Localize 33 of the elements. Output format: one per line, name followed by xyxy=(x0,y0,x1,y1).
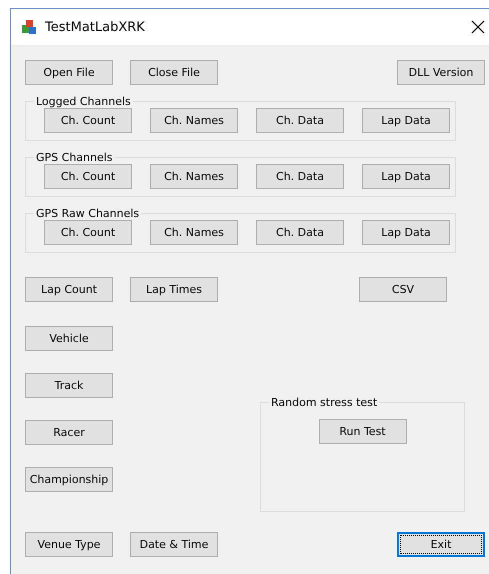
lap-button[interactable]: Lap Count xyxy=(25,277,113,302)
info-button[interactable]: Championship xyxy=(25,467,113,492)
group-title: Logged Channels xyxy=(35,95,132,108)
channel-button[interactable]: Ch. Count xyxy=(44,108,132,133)
channel-button[interactable]: Ch. Data xyxy=(256,108,344,133)
bottom-button[interactable]: Venue Type xyxy=(25,532,113,557)
info-button[interactable]: Racer xyxy=(25,420,113,445)
channel-button[interactable]: Lap Data xyxy=(362,164,450,189)
channel-button[interactable]: Ch. Names xyxy=(150,164,238,189)
dll-version-button[interactable]: DLL Version xyxy=(397,60,485,85)
app-icon xyxy=(21,19,37,35)
channel-button[interactable]: Ch. Count xyxy=(44,220,132,245)
channel-button[interactable]: Ch. Data xyxy=(256,220,344,245)
bottom-button[interactable]: Date & Time xyxy=(130,532,218,557)
channel-button[interactable]: Ch. Count xyxy=(44,164,132,189)
window-title: TestMatLabXRK xyxy=(45,20,146,34)
info-button[interactable]: Track xyxy=(25,373,113,398)
run-test-button[interactable]: Run Test xyxy=(318,419,406,444)
file-button[interactable]: Open File xyxy=(25,60,113,85)
channel-button[interactable]: Ch. Names xyxy=(150,108,238,133)
channel-button[interactable]: Lap Data xyxy=(362,220,450,245)
lap-button[interactable]: Lap Times xyxy=(130,277,218,302)
close-icon[interactable] xyxy=(471,20,485,34)
group-title: GPS Raw Channels xyxy=(35,207,140,220)
channel-button[interactable]: Ch. Names xyxy=(150,220,238,245)
info-button[interactable]: Vehicle xyxy=(25,326,113,351)
channel-button[interactable]: Ch. Data xyxy=(256,164,344,189)
group-title: Random stress test xyxy=(270,396,378,409)
csv-button[interactable]: CSV xyxy=(359,277,447,302)
group-title: GPS Channels xyxy=(35,151,114,164)
file-button[interactable]: Close File xyxy=(130,60,218,85)
channel-button[interactable]: Lap Data xyxy=(362,108,450,133)
exit-button[interactable]: Exit xyxy=(397,532,485,557)
